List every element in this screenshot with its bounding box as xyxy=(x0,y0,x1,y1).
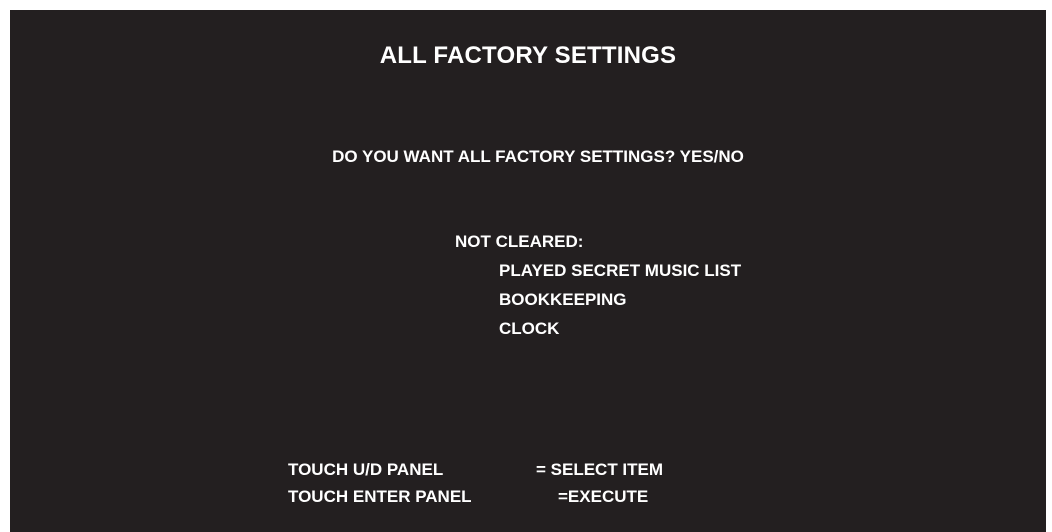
not-cleared-item: PLAYED SECRET MUSIC LIST xyxy=(499,261,742,280)
control-hint-key: TOUCH U/D PANEL xyxy=(288,460,444,479)
not-cleared-item: BOOKKEEPING xyxy=(499,290,627,309)
not-cleared-label: NOT CLEARED: xyxy=(455,232,584,251)
control-hint-action: =EXECUTE xyxy=(558,487,649,506)
confirm-question[interactable]: DO YOU WANT ALL FACTORY SETTINGS? YES/NO xyxy=(10,147,1052,167)
factory-settings-screen: ALL FACTORY SETTINGS DO YOU WANT ALL FAC… xyxy=(10,10,1046,532)
not-cleared-item: CLOCK xyxy=(499,319,560,338)
control-hint-action: = SELECT ITEM xyxy=(536,460,664,479)
control-hint-key: TOUCH ENTER PANEL xyxy=(288,487,472,506)
page-title: ALL FACTORY SETTINGS xyxy=(379,42,677,69)
